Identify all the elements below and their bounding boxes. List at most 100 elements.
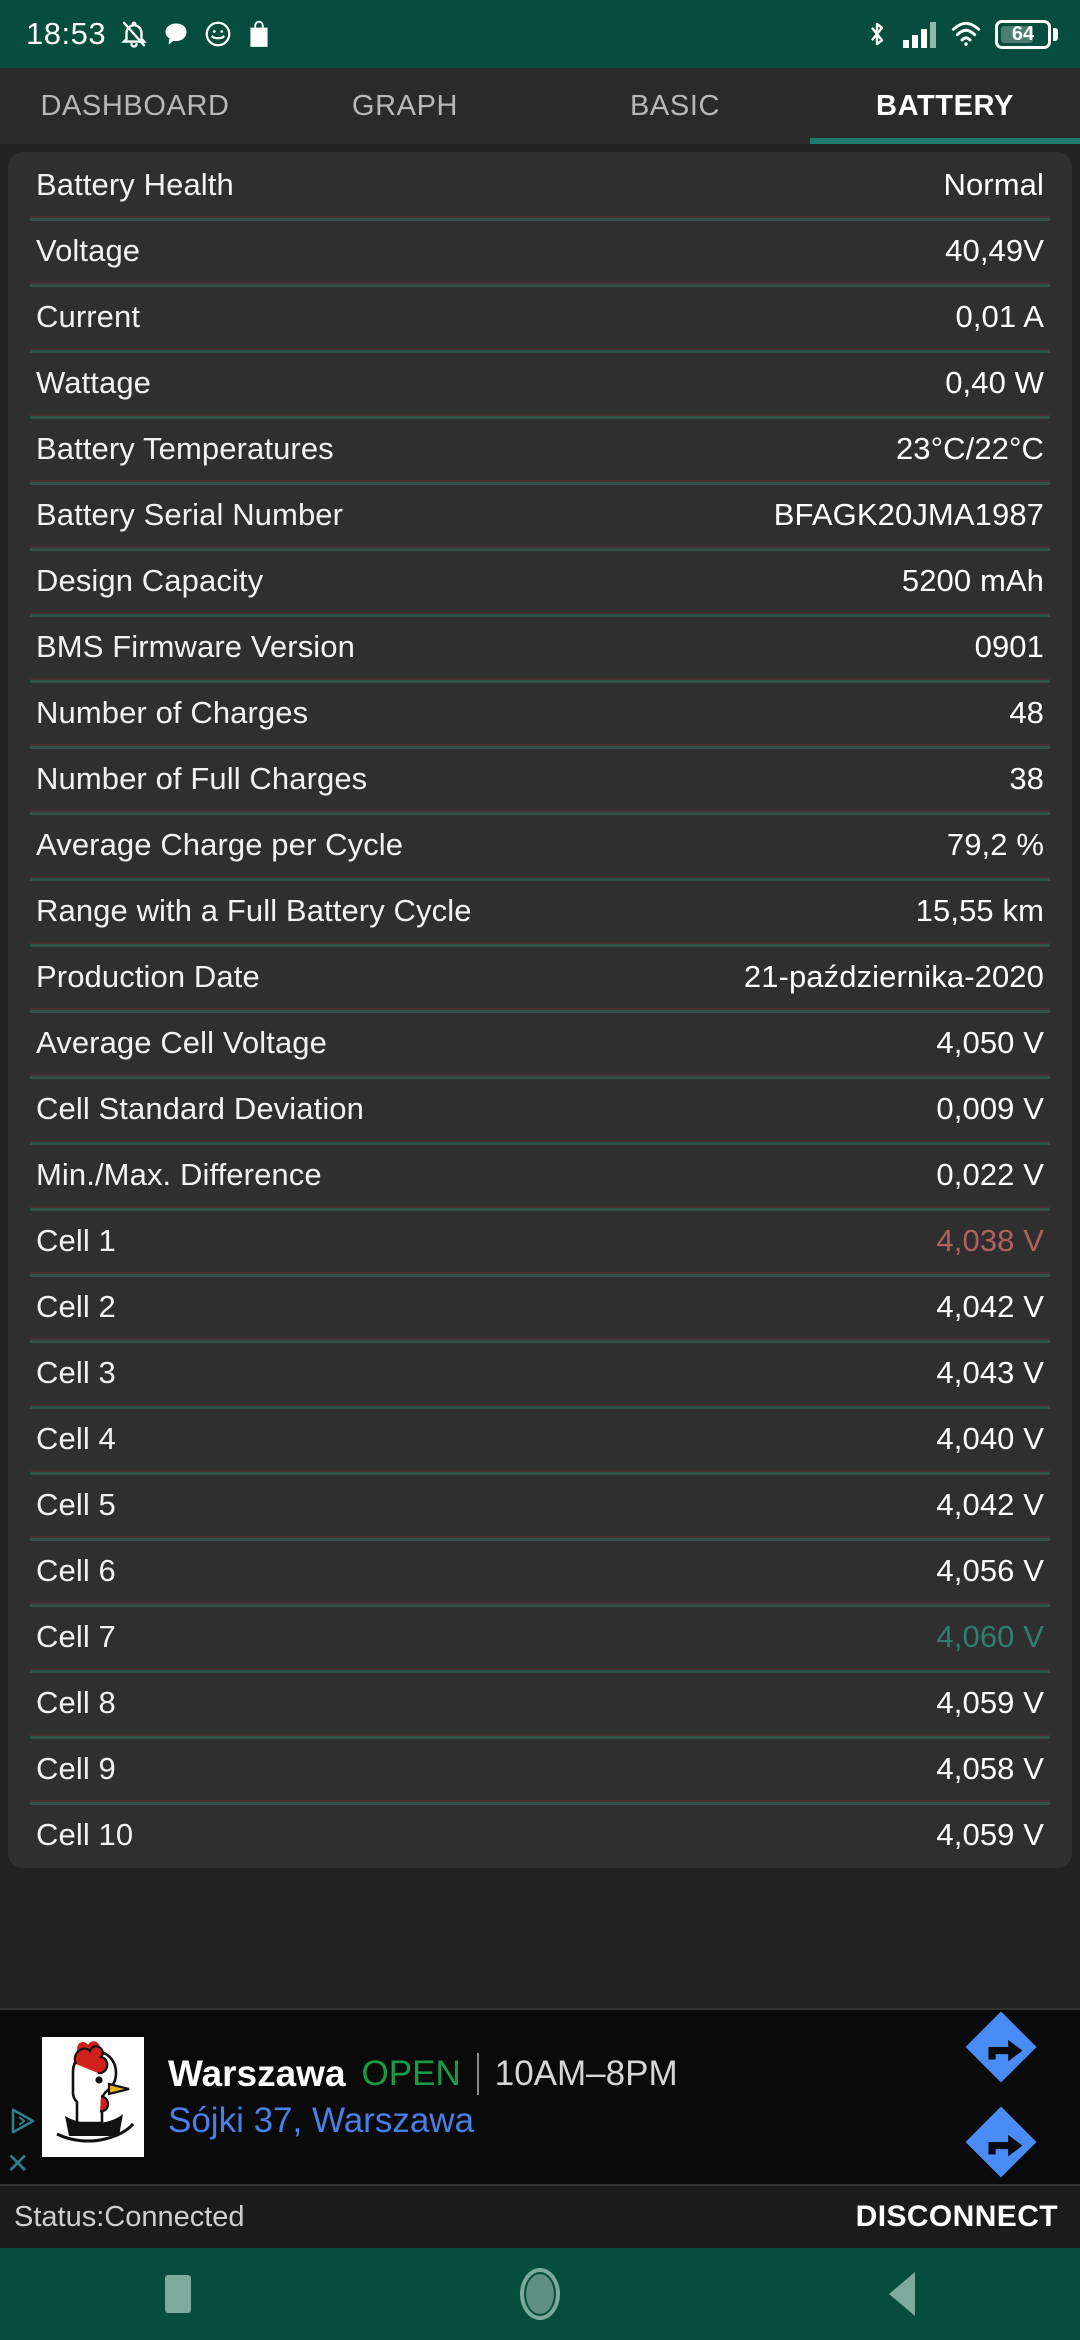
battery-row-label: BMS Firmware Version [36,629,355,664]
battery-row-value: 23°C/22°C [895,431,1044,466]
battery-row-value: 4,059 V [936,1685,1044,1720]
battery-row: Battery Temperatures 23°C/22°C [8,414,1072,482]
battery-row: Cell 2 4,042 V [8,1272,1072,1340]
shopping-bag-icon [246,19,272,49]
battery-row-value: 4,058 V [936,1751,1044,1786]
battery-row: Cell 10 4,059 V [8,1800,1072,1868]
battery-row-value: 4,043 V [936,1355,1044,1390]
battery-row-label: Cell 2 [36,1289,116,1324]
bluetooth-icon [864,19,890,49]
battery-row-label: Number of Charges [36,695,309,730]
ad-headline-row: Warszawa OPEN 10AM–8PM [168,2053,930,2095]
chat-bubble-icon [162,20,190,48]
ad-text-group: Warszawa OPEN 10AM–8PM Sójki 37, Warszaw… [168,2053,930,2141]
battery-row: Cell 1 4,038 V [8,1206,1072,1274]
battery-row: Voltage 40,49V [8,216,1072,284]
battery-row-label: Range with a Full Battery Cycle [36,893,472,928]
battery-row-value: 48 [1009,695,1044,730]
system-status-bar: 18:53 64 [0,0,1080,68]
recents-square-icon[interactable] [164,2275,191,2313]
battery-row: Cell 7 4,060 V [8,1602,1072,1670]
battery-row: Cell Standard Deviation 0,009 V [8,1074,1072,1142]
battery-row-value: 21-października-2020 [743,959,1044,994]
battery-row: Battery Health Normal [8,152,1072,218]
battery-row: Cell 8 4,059 V [8,1668,1072,1736]
tab-label: BATTERY [876,89,1014,122]
battery-row-label: Voltage [36,233,141,268]
battery-row-label: Number of Full Charges [36,761,368,796]
tab-label: GRAPH [351,89,459,122]
battery-row-value: 4,042 V [936,1289,1044,1324]
battery-row-label: Cell 4 [36,1421,116,1456]
ad-zone: ✕ Warszawa OPEN 10AM–8PM Sójki 37, Warsz… [0,1990,1080,2186]
battery-row-label: Cell 5 [36,1487,116,1522]
battery-row: Range with a Full Battery Cycle 15,55 km [8,876,1072,944]
disconnect-button[interactable]: DISCONNECT [856,2200,1058,2234]
battery-row-label: Cell Standard Deviation [36,1091,364,1126]
battery-row: Cell 9 4,058 V [8,1734,1072,1802]
battery-info-card: Battery Health Normal Voltage 40,49V Current… [8,152,1072,1868]
battery-row: BMS Firmware Version 0901 [8,612,1072,680]
battery-row-label: Battery Health [36,167,234,202]
battery-row-label: Wattage [36,365,151,400]
ad-divider [476,2053,479,2095]
battery-row-value: 4,050 V [936,1025,1044,1060]
app-status-bar: Status:Connected DISCONNECT [0,2186,1080,2248]
battery-row-value: 0,009 V [936,1091,1044,1126]
battery-row-label: Current [36,299,141,334]
battery-row-value: 79,2 % [946,827,1044,862]
battery-row-value: 5200 mAh [901,563,1044,598]
ad-choices-group[interactable]: ✕ [0,2010,42,2184]
turn-right-arrow-icon[interactable] [958,2004,1044,2095]
ad-banner[interactable]: ✕ Warszawa OPEN 10AM–8PM Sójki 37, Warsz… [0,2008,1080,2186]
battery-status-icon: 64 [995,19,1058,49]
ad-close-x-icon[interactable]: ✕ [6,2150,29,2178]
battery-row: Number of Charges 48 [8,678,1072,746]
battery-row-label: Cell 3 [36,1355,116,1390]
status-bar-right-group: 64 [864,19,1058,49]
ad-directions-group[interactable] [930,2004,1080,2190]
battery-row-label: Cell 10 [36,1817,134,1852]
home-circle-icon[interactable] [519,2268,560,2320]
phone-screen: 18:53 64 DASHBOARD GRAPH BASIC BATTERY B… [0,0,1080,2340]
battery-row: Battery Serial Number BFAGK20JMA1987 [8,480,1072,548]
battery-row: Average Charge per Cycle 79,2 % [8,810,1072,878]
battery-row: Current 0,01 A [8,282,1072,350]
system-clock: 18:53 [26,16,107,51]
tab-bar[interactable]: DASHBOARD GRAPH BASIC BATTERY [0,68,1080,144]
battery-row-label: Cell 7 [36,1619,116,1654]
battery-row-value: 4,056 V [936,1553,1044,1588]
battery-row: Cell 6 4,056 V [8,1536,1072,1604]
ad-address-link[interactable]: Sójki 37, Warszawa [168,2101,930,2141]
turn-right-arrow-icon[interactable] [958,2099,1044,2190]
battery-row: Number of Full Charges 38 [8,744,1072,812]
battery-row: Cell 3 4,043 V [8,1338,1072,1406]
battery-row: Min./Max. Difference 0,022 V [8,1140,1072,1208]
status-bar-left-group: 18:53 [26,16,272,52]
tab-battery[interactable]: BATTERY [810,68,1080,144]
battery-row-value: 4,060 V [936,1619,1044,1654]
battery-row-label: Cell 6 [36,1553,116,1588]
battery-row-value: 0,022 V [936,1157,1044,1192]
tab-basic[interactable]: BASIC [540,68,810,144]
smiley-face-icon [203,19,233,49]
battery-row-label: Min./Max. Difference [36,1157,322,1192]
battery-row-value: 0,40 W [945,365,1044,400]
battery-row: Production Date 21-października-2020 [8,942,1072,1010]
battery-row-value: 4,038 V [936,1223,1044,1258]
battery-row-label: Design Capacity [36,563,264,598]
signal-bars-icon [903,20,937,48]
tab-label: DASHBOARD [40,89,230,122]
bell-off-icon [119,19,149,49]
back-triangle-icon[interactable] [889,2272,916,2316]
android-nav-bar[interactable] [0,2248,1080,2340]
battery-row-value: BFAGK20JMA1987 [773,497,1044,532]
battery-percent-label: 64 [1011,23,1035,45]
tab-dashboard[interactable]: DASHBOARD [0,68,270,144]
tab-label: BASIC [629,89,721,122]
adchoices-triangle-icon[interactable] [8,2106,38,2141]
battery-row-label: Production Date [36,959,260,994]
battery-row-value: 4,042 V [936,1487,1044,1522]
connection-status-label: Status:Connected [14,2200,245,2233]
tab-graph[interactable]: GRAPH [270,68,540,144]
